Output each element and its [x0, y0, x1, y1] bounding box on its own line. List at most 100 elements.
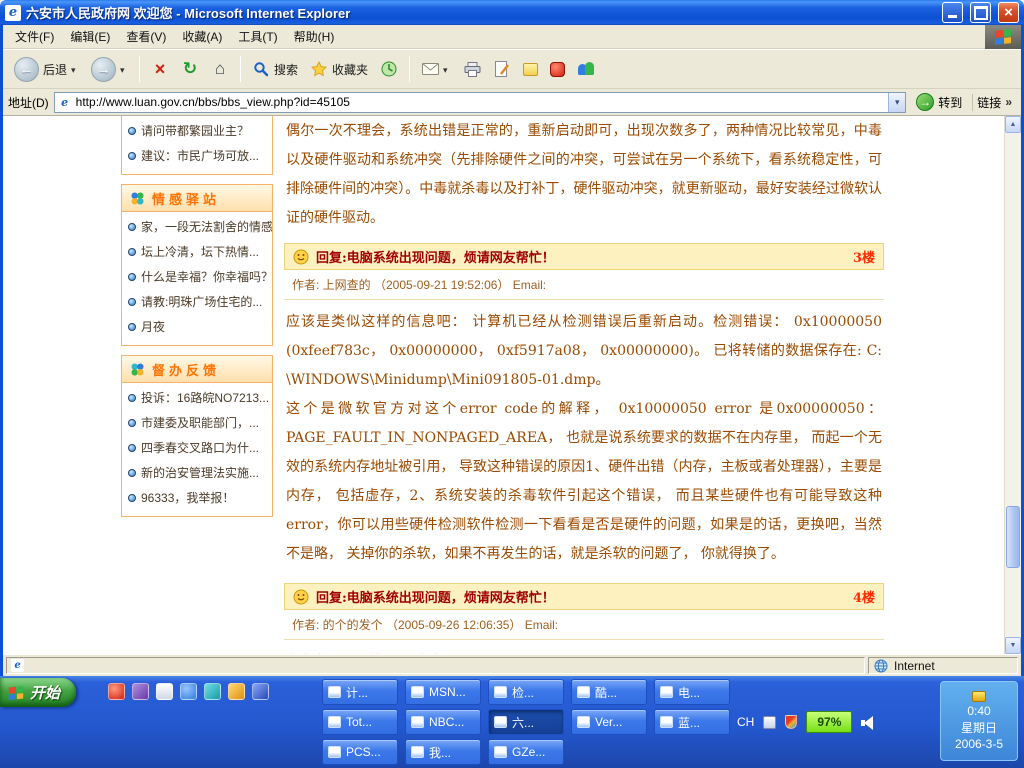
contacts-button[interactable] — [572, 59, 600, 79]
links-bar[interactable]: 链接 — [972, 94, 1016, 111]
sidebar-section-emotion: 情感驿站 — [121, 184, 273, 212]
window-icon — [494, 716, 507, 728]
taskbar-button[interactable]: Tot... — [322, 709, 398, 735]
menu-favorites[interactable]: 收藏(A) — [174, 24, 230, 49]
taskbar-button[interactable]: GZe... — [488, 739, 564, 765]
taskbar-button-label: 检... — [512, 684, 534, 701]
mail-button[interactable] — [416, 57, 456, 81]
reply-title: 回复:电脑系统出现问题，烦请网友帮忙！ — [316, 247, 846, 266]
quick-launch-icon-1[interactable] — [108, 683, 125, 700]
window-icon — [328, 686, 341, 698]
minimize-button[interactable] — [942, 2, 963, 23]
volume-icon[interactable] — [861, 716, 876, 729]
quick-launch-icon-4[interactable] — [180, 683, 197, 700]
links-label: 链接 — [977, 94, 1001, 111]
reply-paragraph: 这个是微软官方对这个error code的解释， 0x10000050 erro… — [286, 395, 882, 569]
page-left-gutter — [3, 116, 121, 654]
sidebar-link[interactable]: 什么是幸福？你幸福吗？ — [122, 264, 272, 289]
favorites-label: 收藏夹 — [332, 61, 368, 78]
taskbar-button-active[interactable]: 六... — [488, 709, 564, 735]
discuss-note-icon — [523, 63, 538, 76]
sidebar-link[interactable]: 请问带都繁园业主？ — [122, 118, 272, 143]
sidebar-link[interactable]: 请教:明珠广场住宅的... — [122, 289, 272, 314]
messenger-button[interactable] — [545, 59, 570, 80]
scroll-up-button[interactable] — [1005, 116, 1021, 133]
quick-launch-bar — [108, 683, 269, 700]
sidebar-link-label: 家，一段无法割舍的情感 — [141, 218, 272, 235]
bullet-icon — [128, 394, 136, 402]
window-icon — [411, 746, 424, 758]
scrollbar-track[interactable] — [1005, 133, 1021, 637]
go-label: 转到 — [938, 94, 962, 111]
discuss-button[interactable] — [518, 60, 543, 79]
url-page-icon: e — [58, 95, 72, 109]
address-input[interactable]: e http://www.luan.gov.cn/bbs/bbs_view.ph… — [54, 92, 907, 113]
quick-launch-icon-6[interactable] — [228, 683, 245, 700]
quick-launch-icon-3[interactable] — [156, 683, 173, 700]
taskbar-button[interactable]: PCS... — [322, 739, 398, 765]
mail-dropdown-icon[interactable] — [443, 62, 451, 76]
tray-app-icon[interactable] — [763, 716, 776, 729]
tray-shield-icon[interactable] — [785, 715, 797, 729]
taskbar-button[interactable]: Ver... — [571, 709, 647, 735]
sidebar-link[interactable]: 月夜 — [122, 314, 272, 339]
favorites-button[interactable]: 收藏夹 — [305, 57, 373, 81]
back-button[interactable]: 后退 — [9, 54, 84, 85]
vertical-scrollbar[interactable] — [1004, 116, 1021, 654]
taskbar-button[interactable]: 我... — [405, 739, 481, 765]
start-button[interactable]: 开始 — [0, 678, 76, 707]
menu-view[interactable]: 查看(V) — [118, 24, 174, 49]
close-button[interactable] — [998, 2, 1019, 23]
quick-launch-icon-7[interactable] — [252, 683, 269, 700]
go-button[interactable]: 转到 — [911, 91, 967, 113]
back-label: 后退 — [43, 61, 67, 78]
sidebar-link[interactable]: 96333，我举报！ — [122, 485, 272, 510]
forward-button[interactable] — [86, 54, 133, 85]
reply-author-line: 作者: 上网查的 （2005-09-21 19:52:06） Email: — [284, 270, 884, 300]
window-icon — [494, 746, 507, 758]
stop-icon — [151, 60, 169, 78]
taskbar-button[interactable]: 酷... — [571, 679, 647, 705]
taskbar-button[interactable]: 检... — [488, 679, 564, 705]
sidebar-link[interactable]: 四季春交叉路口为什... — [122, 435, 272, 460]
quick-launch-icon-2[interactable] — [132, 683, 149, 700]
home-button[interactable] — [206, 57, 234, 81]
sidebar-link[interactable]: 坛上冷清，坛下热情... — [122, 239, 272, 264]
sidebar-link[interactable]: 建议：市民广场可放... — [122, 143, 272, 168]
sidebar-link[interactable]: 家，一段无法割舍的情感 — [122, 214, 272, 239]
menu-edit[interactable]: 编辑(E) — [62, 24, 118, 49]
battery-level-badge[interactable]: 97% — [806, 711, 852, 733]
menu-file[interactable]: 文件(F) — [7, 24, 62, 49]
taskbar-button[interactable]: 蓝... — [654, 709, 730, 735]
address-dropdown-button[interactable] — [888, 93, 905, 112]
sidebar-link[interactable]: 新的治安管理法实施... — [122, 460, 272, 485]
taskbar-button[interactable]: MSN... — [405, 679, 481, 705]
toolbar-separator — [139, 56, 140, 82]
scroll-down-button[interactable] — [1005, 637, 1021, 654]
taskbar-button[interactable]: NBC... — [405, 709, 481, 735]
menu-help[interactable]: 帮助(H) — [286, 24, 343, 49]
refresh-button[interactable] — [176, 57, 204, 81]
back-dropdown-icon[interactable] — [71, 62, 79, 76]
taskbar-button[interactable]: 计... — [322, 679, 398, 705]
window-icon — [328, 746, 341, 758]
history-button[interactable] — [375, 57, 403, 81]
stop-button[interactable] — [146, 57, 174, 81]
menu-tools[interactable]: 工具(T) — [230, 24, 285, 49]
search-button[interactable]: 搜索 — [247, 57, 303, 81]
sidebar-link[interactable]: 市建委及职能部门，... — [122, 410, 272, 435]
ime-indicator[interactable]: CH — [737, 715, 754, 729]
sidebar-link-label: 市建委及职能部门，... — [141, 414, 259, 431]
sidebar-link-label: 建议：市民广场可放... — [141, 147, 259, 164]
taskbar-button-label: 电... — [678, 684, 700, 701]
sidebar-link[interactable]: 投诉：16路皖NO7213... — [122, 385, 272, 410]
taskbar-clock[interactable]: 0:40 星期日 2006-3-5 — [940, 681, 1018, 761]
quick-launch-icon-5[interactable] — [204, 683, 221, 700]
print-button[interactable] — [458, 57, 486, 81]
forward-dropdown-icon[interactable] — [120, 62, 128, 76]
taskbar-button[interactable]: 电... — [654, 679, 730, 705]
scrollbar-thumb[interactable] — [1006, 506, 1020, 568]
chevron-more-icon[interactable] — [1005, 95, 1012, 109]
edit-button[interactable] — [488, 57, 516, 81]
maximize-button[interactable] — [970, 2, 991, 23]
